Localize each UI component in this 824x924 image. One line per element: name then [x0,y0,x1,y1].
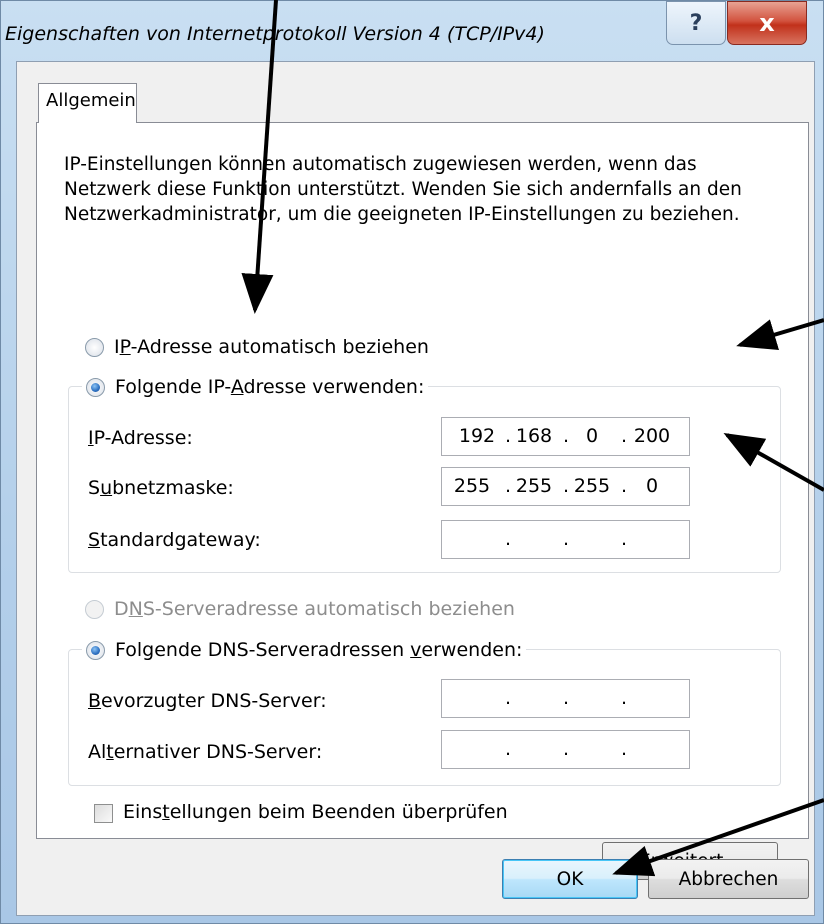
alternate-dns-label: Alternativer DNS-Server: [88,741,323,763]
radio-ip-auto-label: IP-Adresse automatisch beziehen [114,336,429,358]
ip-address-label: IP-Adresse: [88,427,193,449]
radio-button-dns-auto[interactable] [85,599,104,619]
radio-ip-manual-label: Folgende IP-Adresse verwenden: [115,376,425,398]
cancel-button-label: Abbrechen [678,868,779,890]
tab-panel-allgemein: IP-Einstellungen können automatisch zuge… [36,122,809,880]
close-icon: x [759,9,775,37]
title-bar[interactable]: Eigenschaften von Internetprotokoll Vers… [1,1,823,61]
ok-button[interactable]: OK [502,859,638,899]
cancel-button[interactable]: Abbrechen [648,859,809,899]
radio-ip-manual[interactable]: Folgende IP-Adresse verwenden: [82,376,429,398]
subnet-mask-label: Subnetzmaske: [88,477,234,499]
radio-dns-auto-label: DNS-Serveradresse automatisch beziehen [114,598,515,620]
preferred-dns-label: Bevorzugter DNS-Server: [88,690,327,712]
validate-on-exit-checkbox[interactable] [94,804,113,823]
radio-dns-manual[interactable]: Folgende DNS-Serveradressen verwenden: [82,639,527,661]
close-button[interactable]: x [727,1,807,45]
ok-button-label: OK [556,868,584,890]
window-title: Eigenschaften von Internetprotokoll Vers… [5,23,545,45]
tab-label: Allgemein [46,90,136,111]
intro-text: IP-Einstellungen können automatisch zuge… [64,154,742,225]
dialog-window: Eigenschaften von Internetprotokoll Vers… [0,0,824,924]
preferred-dns-input[interactable]: . . . [441,679,690,718]
help-button[interactable]: ? [666,1,726,45]
question-icon: ? [689,10,703,36]
radio-button-dns-manual[interactable] [86,640,105,660]
radio-button-ip-manual[interactable] [86,377,105,397]
radio-dns-auto[interactable]: DNS-Serveradresse automatisch beziehen [85,598,515,620]
default-gateway-label: Standardgateway: [88,529,261,551]
alternate-dns-input[interactable]: . . . [441,730,690,769]
radio-dns-manual-label: Folgende DNS-Serveradressen verwenden: [115,639,523,661]
tab-allgemein[interactable]: Allgemein [38,83,137,123]
dialog-client-area: Allgemein IP-Einstellungen können automa… [16,61,815,916]
radio-ip-auto[interactable]: IP-Adresse automatisch beziehen [85,336,429,358]
default-gateway-input[interactable]: . . . [441,520,690,559]
ip-address-input[interactable]: 192 . 168 . 0 . 200 [441,417,690,456]
subnet-mask-input[interactable]: 255 . 255 . 255 . 0 [441,467,690,506]
radio-button-ip-auto[interactable] [85,337,104,357]
validate-on-exit-label[interactable]: Einstellungen beim Beenden überprüfen [123,801,508,823]
